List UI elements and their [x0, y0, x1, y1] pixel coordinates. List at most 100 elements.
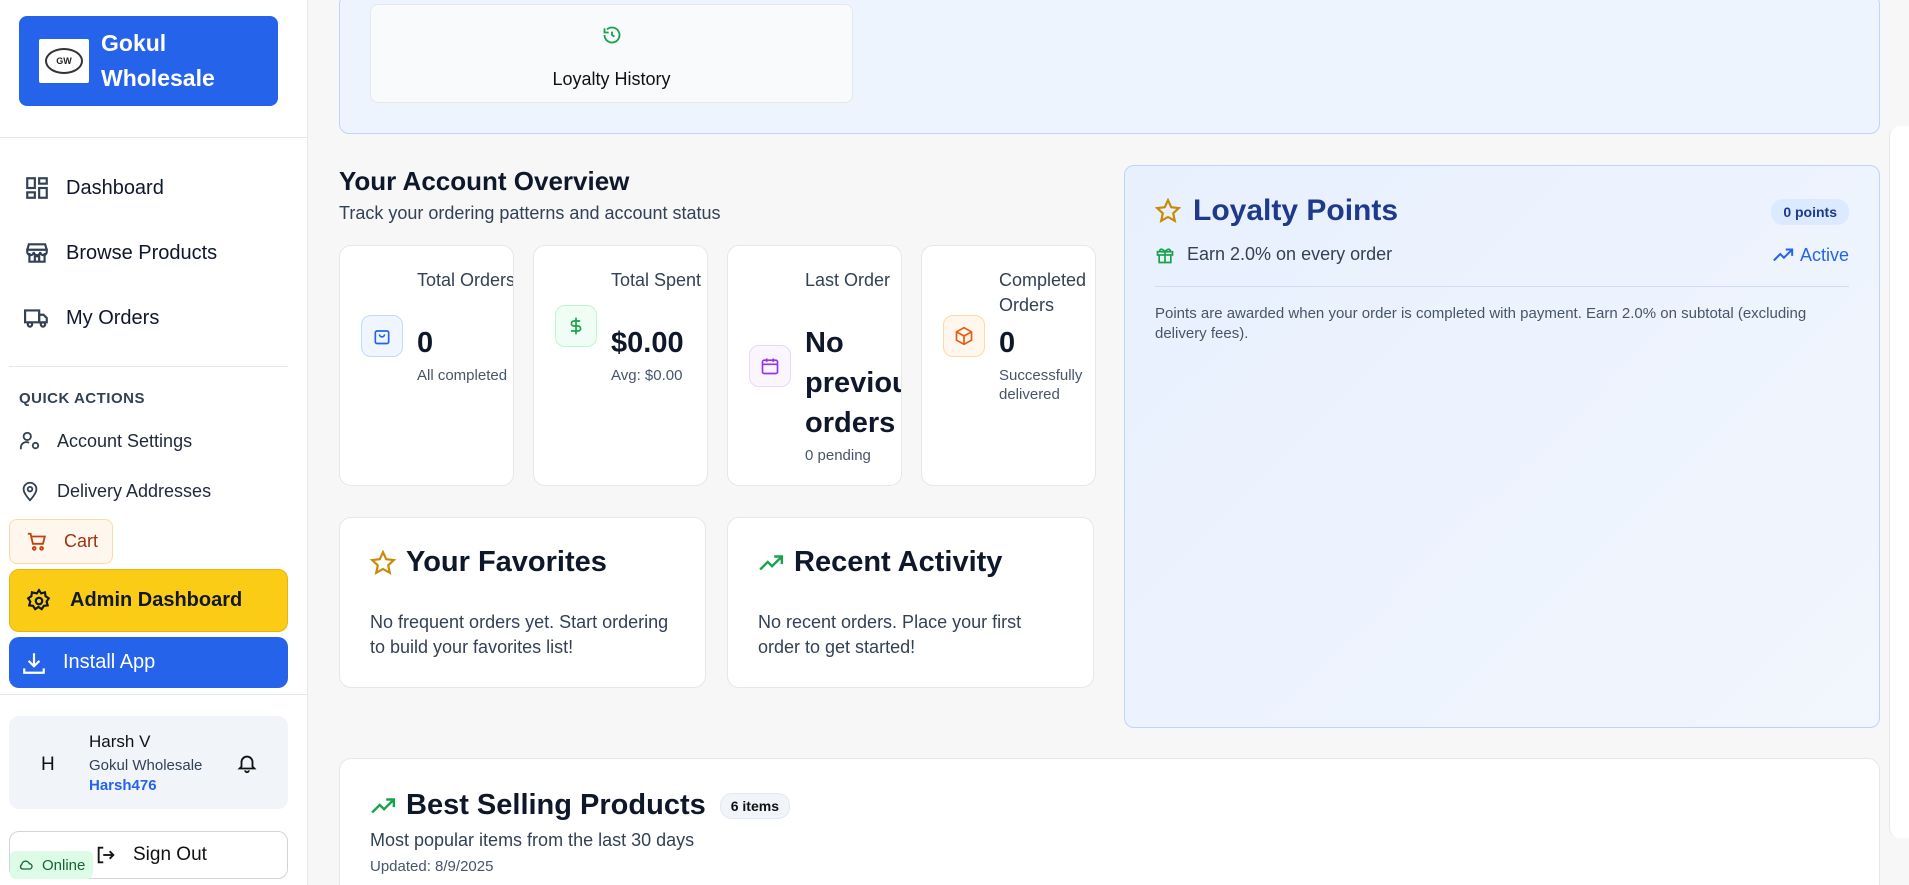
nav-browse-products-label: Browse Products: [66, 241, 218, 264]
recent-activity-empty-text: No recent orders. Place your first order…: [758, 612, 1022, 657]
divider: [0, 137, 308, 138]
overview-subtitle: Track your ordering patterns and account…: [339, 203, 721, 223]
nav-my-orders-label: My Orders: [66, 306, 160, 329]
loyalty-history-label: Loyalty History: [552, 69, 671, 89]
nav-dashboard[interactable]: Dashboard: [24, 175, 164, 201]
favorites-card: Your Favorites No frequent orders yet. S…: [339, 517, 706, 688]
map-pin-icon: [22, 481, 38, 502]
nav-dashboard-label: Dashboard: [66, 176, 164, 199]
stat-icon-box: [943, 315, 985, 357]
loyalty-points-card: Loyalty Points 0 points Earn 2.0% on eve…: [1124, 165, 1880, 728]
stat-note: 0 pending: [805, 447, 871, 464]
loyalty-note: Points are awarded when your order is co…: [1155, 305, 1807, 342]
brand-logo-block[interactable]: GW Gokul Wholesale: [19, 16, 278, 106]
store-icon: [26, 243, 48, 263]
history-icon: [603, 26, 621, 44]
best-selling-title-text: Best Selling Products: [406, 789, 706, 821]
best-selling-subtitle: Most popular items from the last 30 days: [370, 830, 695, 850]
account-settings-link[interactable]: Account Settings: [19, 430, 192, 452]
stat-label: Total Orders: [417, 270, 514, 290]
cart-button[interactable]: Cart: [9, 519, 113, 564]
admin-dashboard-label: Admin Dashboard: [70, 589, 243, 611]
trending-up-icon: [759, 554, 784, 570]
stat-value: $0.00: [611, 327, 684, 359]
sign-out-label: Sign Out: [133, 844, 207, 865]
delivery-addresses-link[interactable]: Delivery Addresses: [19, 480, 211, 502]
best-selling-section: Best Selling Products 6 items Most popul…: [339, 758, 1880, 885]
trending-up-icon: [1773, 248, 1794, 262]
favorites-empty-text: No frequent orders yet. Start ordering t…: [370, 612, 669, 657]
sidebar: GW Gokul Wholesale Dashboard Browse Prod…: [0, 0, 308, 885]
brand-logo: GW: [39, 39, 89, 83]
loyalty-earn-rate: Earn 2.0% on every order: [1155, 244, 1392, 265]
favorites-title: Your Favorites: [370, 546, 607, 579]
user-handle: Harsh476: [89, 777, 157, 794]
truck-icon: [24, 309, 48, 328]
delivery-addresses-label: Delivery Addresses: [57, 480, 212, 501]
side-panel-edge[interactable]: [1889, 126, 1909, 838]
nav-my-orders[interactable]: My Orders: [24, 305, 159, 331]
best-selling-title: Best Selling Products 6 items: [370, 789, 790, 822]
logout-icon: [97, 846, 115, 864]
overview-title: Your Account Overview: [339, 166, 630, 196]
shopping-bag-icon: [374, 330, 390, 345]
gift-icon: [1156, 247, 1174, 263]
trending-up-icon: [371, 797, 396, 813]
stat-icon-box: [361, 315, 403, 357]
user-org: Gokul Wholesale: [89, 757, 203, 774]
stat-note: Successfully delivered: [999, 367, 1083, 403]
loyalty-history-button[interactable]: Loyalty History: [370, 4, 853, 103]
loyalty-points-badge: 0 points: [1771, 199, 1849, 225]
gear-icon: [26, 587, 51, 611]
nav-browse-products[interactable]: Browse Products: [24, 240, 217, 266]
online-status-badge: Online: [10, 851, 94, 879]
loyalty-title-text: Loyalty Points: [1193, 194, 1399, 227]
divider: [9, 366, 288, 367]
cart-label: Cart: [64, 531, 99, 551]
bell-icon[interactable]: [236, 752, 258, 774]
stat-card-last-order: Last Order No previous orders 0 pending: [727, 245, 902, 486]
recent-activity-card: Recent Activity No recent orders. Place …: [727, 517, 1094, 688]
loyalty-earn-text: Earn 2.0% on every order: [1187, 244, 1393, 264]
stat-icon-box: [749, 345, 791, 387]
stat-card-total-orders: Total Orders 0 All completed: [339, 245, 514, 486]
avatar: H: [41, 754, 55, 775]
star-icon: [370, 549, 396, 575]
cart-icon: [27, 532, 46, 551]
loyalty-status: Active: [1772, 244, 1849, 266]
stat-label: Total Spent: [611, 270, 702, 290]
stat-value: 0: [999, 327, 1016, 359]
recent-activity-title-text: Recent Activity: [794, 546, 1003, 578]
download-icon: [23, 652, 45, 674]
brand-logo-mark: GW: [45, 48, 83, 74]
quick-actions-heading: QUICK ACTIONS: [19, 390, 145, 407]
loyalty-status-text: Active: [1799, 244, 1849, 265]
stat-note: Avg: $0.00: [611, 367, 683, 384]
cloud-icon: [19, 860, 33, 870]
user-settings-icon: [19, 431, 40, 450]
user-card[interactable]: H Harsh V Gokul Wholesale Harsh476: [9, 716, 288, 809]
best-selling-count-badge: 6 items: [719, 792, 790, 819]
divider: [0, 694, 308, 695]
favorites-title-text: Your Favorites: [406, 546, 607, 578]
account-settings-label: Account Settings: [57, 430, 193, 451]
package-icon: [955, 326, 973, 346]
best-selling-updated: Updated: 8/9/2025: [370, 858, 494, 875]
stat-note: All completed: [417, 367, 508, 384]
stat-card-total-spent: Total Spent $0.00 Avg: $0.00: [533, 245, 708, 486]
stat-label: Completed Orders: [999, 270, 1087, 315]
brand-name: Gokul Wholesale: [101, 30, 215, 91]
calendar-icon: [761, 358, 779, 375]
user-name: Harsh V: [89, 732, 151, 751]
online-status-label: Online: [42, 856, 86, 874]
install-app-button[interactable]: Install App: [9, 637, 288, 688]
dashboard-icon: [26, 177, 48, 199]
stat-value: 0: [417, 327, 434, 359]
stat-card-completed-orders: Completed Orders 0 Successfully delivere…: [921, 245, 1096, 486]
stat-value: No previous orders: [805, 327, 901, 439]
star-icon: [1155, 198, 1181, 224]
admin-dashboard-button[interactable]: Admin Dashboard: [9, 569, 288, 632]
divider: [1155, 286, 1849, 287]
loyalty-title: Loyalty Points: [1155, 194, 1398, 228]
stat-icon-box: [555, 305, 597, 347]
